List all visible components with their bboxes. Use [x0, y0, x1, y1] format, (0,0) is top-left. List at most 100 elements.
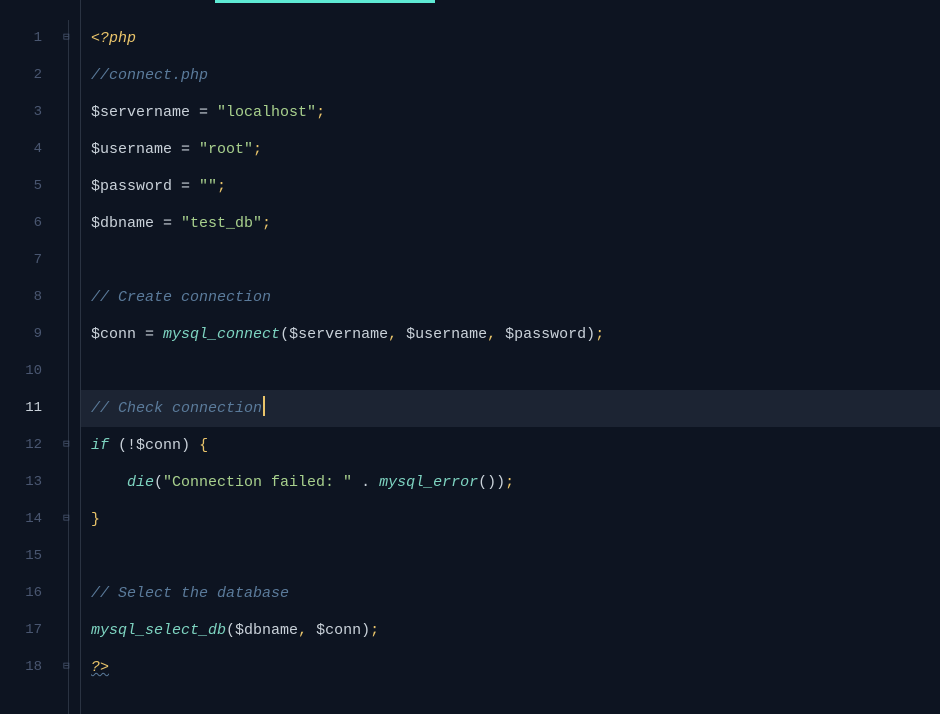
brace: { — [199, 437, 208, 454]
operator: = — [154, 215, 181, 232]
line-number[interactable]: 7 — [0, 242, 60, 279]
variable: $conn — [316, 622, 361, 639]
comma: , — [388, 326, 406, 343]
semicolon: ; — [262, 215, 271, 232]
function-call: mysql_select_db — [91, 622, 226, 639]
brace: } — [91, 511, 100, 528]
paren: ) — [181, 437, 199, 454]
variable: $dbname — [235, 622, 298, 639]
paren: ( — [226, 622, 235, 639]
code-content-area[interactable]: <?php //connect.php $servername = "local… — [81, 0, 940, 714]
comma: , — [487, 326, 505, 343]
string-literal: "" — [199, 178, 217, 195]
operator: = — [136, 326, 163, 343]
line-number[interactable]: 5 — [0, 168, 60, 205]
paren: ) — [361, 622, 370, 639]
code-editor[interactable]: 1 2 3 4 5 6 7 8 9 10 11 12 13 14 15 16 1… — [0, 0, 940, 714]
operator: = — [172, 178, 199, 195]
php-open-tag: <?php — [91, 30, 136, 47]
variable: $dbname — [91, 215, 154, 232]
function-call: die — [127, 474, 154, 491]
semicolon: ; — [217, 178, 226, 195]
line-number[interactable]: 2 — [0, 57, 60, 94]
line-number[interactable]: 15 — [0, 538, 60, 575]
variable: $conn — [91, 326, 136, 343]
paren: ( — [280, 326, 289, 343]
code-line-empty[interactable] — [91, 538, 940, 575]
code-line[interactable]: mysql_select_db($dbname, $conn); — [91, 612, 940, 649]
variable: $conn — [136, 437, 181, 454]
fold-open-icon[interactable]: ⊟ — [63, 20, 70, 57]
line-number[interactable]: 4 — [0, 131, 60, 168]
text-cursor — [263, 396, 265, 416]
string-literal: "test_db" — [181, 215, 262, 232]
comment: // Create connection — [91, 289, 271, 306]
operator: = — [172, 141, 199, 158]
string-literal: "Connection failed: " — [163, 474, 352, 491]
semicolon: ; — [595, 326, 604, 343]
code-line[interactable]: if (!$conn) { — [91, 427, 940, 464]
paren: ) — [586, 326, 595, 343]
line-number[interactable]: 14 — [0, 501, 60, 538]
php-close-tag: ?> — [91, 659, 109, 676]
line-number[interactable]: 10 — [0, 353, 60, 390]
paren: ( — [109, 437, 127, 454]
code-line[interactable]: //connect.php — [91, 57, 940, 94]
comment: // Select the database — [91, 585, 289, 602]
line-number[interactable]: 8 — [0, 279, 60, 316]
line-number[interactable]: 12 — [0, 427, 60, 464]
code-line[interactable]: $password = ""; — [91, 168, 940, 205]
paren: ( — [154, 474, 163, 491]
not-operator: ! — [127, 437, 136, 454]
paren: ()) — [478, 474, 505, 491]
line-number-active[interactable]: 11 — [0, 390, 60, 427]
fold-close-icon[interactable]: ⊟ — [63, 649, 70, 686]
variable: $servername — [289, 326, 388, 343]
code-line[interactable]: // Select the database — [91, 575, 940, 612]
function-call: mysql_error — [379, 474, 478, 491]
string-literal: "localhost" — [217, 104, 316, 121]
line-number[interactable]: 17 — [0, 612, 60, 649]
comment: //connect.php — [91, 67, 208, 84]
line-number[interactable]: 3 — [0, 94, 60, 131]
line-number-gutter[interactable]: 1 2 3 4 5 6 7 8 9 10 11 12 13 14 15 16 1… — [0, 0, 60, 714]
line-number[interactable]: 18 — [0, 649, 60, 686]
variable: $password — [505, 326, 586, 343]
semicolon: ; — [316, 104, 325, 121]
code-line[interactable]: $username = "root"; — [91, 131, 940, 168]
variable: $username — [91, 141, 172, 158]
code-line[interactable]: // Create connection — [91, 279, 940, 316]
code-line[interactable]: <?php — [91, 20, 940, 57]
operator: = — [190, 104, 217, 121]
line-number[interactable]: 6 — [0, 205, 60, 242]
semicolon: ; — [253, 141, 262, 158]
variable: $username — [406, 326, 487, 343]
comma: , — [298, 622, 316, 639]
fold-guide-line — [68, 20, 69, 714]
keyword: if — [91, 437, 109, 454]
fold-close-icon[interactable]: ⊟ — [63, 501, 70, 538]
code-line[interactable]: ?> — [91, 649, 940, 686]
code-line[interactable]: $conn = mysql_connect($servername, $user… — [91, 316, 940, 353]
string-literal: "root" — [199, 141, 253, 158]
concat-operator: . — [352, 474, 379, 491]
line-number[interactable]: 16 — [0, 575, 60, 612]
code-line-empty[interactable] — [91, 353, 940, 390]
code-line[interactable]: $servername = "localhost"; — [91, 94, 940, 131]
line-number[interactable]: 1 — [0, 20, 60, 57]
variable: $password — [91, 178, 172, 195]
comment: // Check connection — [91, 400, 262, 417]
code-line[interactable]: die("Connection failed: " . mysql_error(… — [91, 464, 940, 501]
fold-open-icon[interactable]: ⊟ — [63, 427, 70, 464]
code-line[interactable]: } — [91, 501, 940, 538]
semicolon: ; — [505, 474, 514, 491]
line-number[interactable]: 13 — [0, 464, 60, 501]
semicolon: ; — [370, 622, 379, 639]
code-line-empty[interactable] — [91, 242, 940, 279]
code-line-active[interactable]: // Check connection — [91, 390, 940, 427]
variable: $servername — [91, 104, 190, 121]
fold-gutter[interactable]: ⊟ ⊟ ⊟ ⊟ — [60, 0, 80, 714]
code-line[interactable]: $dbname = "test_db"; — [91, 205, 940, 242]
line-number[interactable]: 9 — [0, 316, 60, 353]
function-call: mysql_connect — [163, 326, 280, 343]
